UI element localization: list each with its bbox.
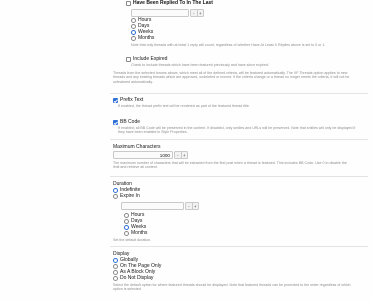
divider bbox=[110, 139, 368, 140]
duration-unit-months-radio[interactable] bbox=[124, 231, 129, 236]
include-expired-label: Include Expired bbox=[133, 56, 168, 62]
divider bbox=[110, 176, 368, 177]
duration-unit-months-label: Months bbox=[131, 230, 148, 236]
replied-unit-hours-radio[interactable] bbox=[131, 18, 136, 23]
prefix-text-label: Prefix Text bbox=[120, 97, 144, 103]
include-expired-checkbox[interactable] bbox=[126, 57, 131, 62]
divider bbox=[110, 93, 368, 94]
increment-button[interactable]: + bbox=[180, 152, 188, 158]
include-expired-hint: Check to include threads which have been… bbox=[131, 63, 269, 67]
replied-checkbox[interactable] bbox=[126, 1, 131, 6]
auto-feature-note: Threads from the selected forums above, … bbox=[113, 71, 350, 84]
bb-code-hint: If enabled, all BB Code will be preserve… bbox=[118, 126, 356, 135]
replied-stepper[interactable]: - + bbox=[190, 9, 204, 17]
replied-label: Have Been Replied To In The Last bbox=[133, 0, 213, 6]
replied-unit-months-radio[interactable] bbox=[131, 36, 136, 41]
replied-value-input[interactable] bbox=[131, 9, 189, 17]
bb-code-label: BB Code bbox=[120, 119, 141, 125]
prefix-text-hint: If enabled, the thread prefix text will … bbox=[118, 104, 250, 108]
duration-stepper[interactable]: - + bbox=[185, 202, 199, 210]
display-block-only-radio[interactable] bbox=[113, 270, 118, 275]
display-none-label: Do Not Display bbox=[120, 275, 154, 281]
duration-value-input[interactable] bbox=[121, 202, 184, 210]
duration-unit-hours-radio[interactable] bbox=[124, 213, 129, 218]
duration-indefinite-radio[interactable] bbox=[113, 188, 118, 193]
increment-button[interactable]: + bbox=[196, 10, 204, 16]
bb-code-checkbox[interactable] bbox=[113, 120, 118, 125]
replied-hint: Note that only threads with at least 1 r… bbox=[131, 43, 326, 47]
display-none-radio[interactable] bbox=[113, 276, 118, 281]
max-chars-stepper[interactable]: - + bbox=[174, 151, 188, 159]
max-chars-hint: The maximum number of characters that wi… bbox=[113, 161, 347, 170]
max-chars-title: Maximum Characters bbox=[113, 144, 161, 150]
divider bbox=[110, 246, 368, 247]
duration-unit-days-radio[interactable] bbox=[124, 219, 129, 224]
max-chars-input[interactable]: 1000 bbox=[113, 151, 173, 159]
display-page-only-radio[interactable] bbox=[113, 264, 118, 269]
replied-unit-days-radio[interactable] bbox=[131, 24, 136, 29]
replied-unit-months-label: Months bbox=[138, 35, 155, 41]
display-hint: Select the default option for where feat… bbox=[113, 283, 351, 292]
duration-hint: Set the default duration. bbox=[113, 238, 152, 242]
duration-expire-label: Expire In bbox=[120, 193, 140, 199]
duration-unit-weeks-radio[interactable] bbox=[124, 225, 129, 230]
duration-expire-radio[interactable] bbox=[113, 194, 118, 199]
prefix-text-checkbox[interactable] bbox=[113, 98, 118, 103]
display-globally-radio[interactable] bbox=[113, 258, 118, 263]
replied-unit-weeks-radio[interactable] bbox=[131, 30, 136, 35]
increment-button[interactable]: + bbox=[191, 203, 199, 209]
